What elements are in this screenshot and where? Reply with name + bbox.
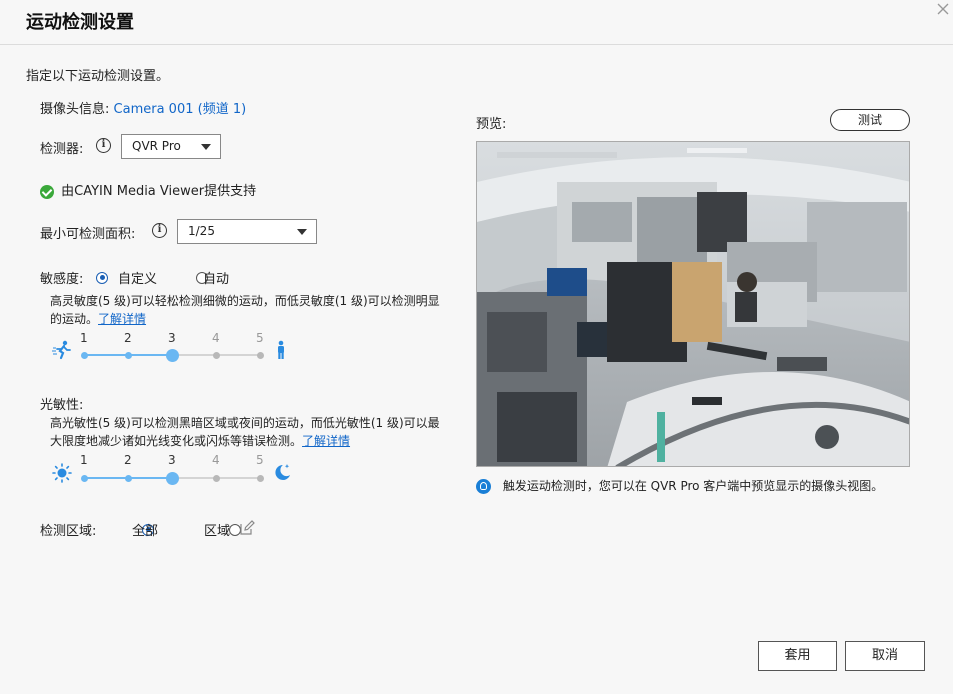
light-description-text: 高光敏性(5 级)可以检测黑暗区域或夜间的运动，而低光敏性(1 级)可以最大限度… <box>50 416 440 448</box>
sensitivity-label: 敏感度: <box>40 272 84 287</box>
apply-button[interactable]: 套用 <box>758 641 837 671</box>
preview-hint-row: 触发运动检测时，您可以在 QVR Pro 客户端中预览显示的摄像头视图。 <box>476 477 883 494</box>
edit-icon[interactable] <box>239 520 255 536</box>
sensitivity-knob[interactable] <box>165 348 179 362</box>
sensitivity-custom-radio[interactable] <box>96 271 108 284</box>
detector-label: 检测器: <box>40 142 84 157</box>
sensitivity-learn-more-link[interactable]: 了解详情 <box>98 312 146 326</box>
sensitivity-custom-label: 自定义 <box>118 272 158 287</box>
cancel-button[interactable]: 取消 <box>845 641 925 671</box>
camera-info-row: 摄像头信息: Camera 001 (频道 1) <box>40 98 246 117</box>
area-region-label: 区域 <box>204 524 231 539</box>
sensitivity-level-label: 1 <box>80 331 88 345</box>
sensitivity-step-dot[interactable] <box>256 351 264 359</box>
light-level-label: 3 <box>168 453 176 467</box>
sensitivity-auto-label: 自动 <box>203 272 230 287</box>
sensitivity-step-dot[interactable] <box>212 351 220 359</box>
min-area-label: 最小可检测面积: <box>40 227 136 242</box>
detector-select[interactable]: QVR Pro <box>121 134 221 159</box>
sensitivity-level-label: 3 <box>168 331 176 345</box>
light-step-dot[interactable] <box>124 474 132 482</box>
min-area-select-value: 1/25 <box>188 224 215 238</box>
preview-hint-text: 触发运动检测时，您可以在 QVR Pro 客户端中预览显示的摄像头视图。 <box>502 479 884 493</box>
camera-preview-image <box>476 141 910 467</box>
lightbulb-icon <box>476 479 491 494</box>
chevron-down-icon <box>201 144 211 150</box>
support-row: 由CAYIN Media Viewer提供支持 <box>40 180 256 199</box>
min-area-select[interactable]: 1/25 <box>177 219 317 244</box>
sun-icon <box>52 463 72 483</box>
min-area-info-icon[interactable]: i <box>152 223 167 238</box>
light-step-dot[interactable] <box>256 474 264 482</box>
light-level-label: 5 <box>256 453 264 467</box>
intro-text: 指定以下运动检测设置。 <box>26 69 170 84</box>
light-description: 高光敏性(5 级)可以检测黑暗区域或夜间的运动，而低光敏性(1 级)可以最大限度… <box>50 414 445 450</box>
light-level-label: 1 <box>80 453 88 467</box>
camera-info-value: Camera 001 (频道 1) <box>113 102 247 117</box>
light-level-label: 2 <box>124 453 132 467</box>
sensitivity-level-label: 5 <box>256 331 264 345</box>
camera-info-label: 摄像头信息: <box>40 102 110 117</box>
close-icon[interactable] <box>936 2 950 16</box>
light-step-dot[interactable] <box>212 474 220 482</box>
dialog-title: 运动检测设置 <box>26 12 134 33</box>
light-sensitivity-label: 光敏性: <box>40 398 84 413</box>
preview-label: 预览: <box>476 117 507 132</box>
standing-person-icon <box>278 340 284 359</box>
detector-info-icon[interactable]: i <box>96 138 111 153</box>
chevron-down-icon <box>297 229 307 235</box>
sensitivity-level-label: 4 <box>212 331 220 345</box>
sensitivity-step-dot[interactable] <box>124 351 132 359</box>
support-text: 由CAYIN Media Viewer提供支持 <box>61 184 257 199</box>
title-divider <box>0 44 953 45</box>
test-button[interactable]: 测试 <box>830 109 910 131</box>
light-level-label: 4 <box>212 453 220 467</box>
sensitivity-level-label: 2 <box>124 331 132 345</box>
running-person-icon <box>52 340 71 360</box>
detection-area-label: 检测区域: <box>40 524 97 539</box>
check-circle-icon <box>40 184 54 199</box>
sensitivity-description: 高灵敏度(5 级)可以轻松检测细微的运动，而低灵敏度(1 级)可以检测明显的运动… <box>50 292 445 328</box>
sensitivity-step-dot[interactable] <box>80 351 88 359</box>
area-all-label: 全部 <box>132 524 159 539</box>
light-knob[interactable] <box>165 471 179 485</box>
detector-select-value: QVR Pro <box>132 139 181 153</box>
moon-icon <box>275 464 290 480</box>
light-learn-more-link[interactable]: 了解详情 <box>302 434 350 448</box>
light-step-dot[interactable] <box>80 474 88 482</box>
